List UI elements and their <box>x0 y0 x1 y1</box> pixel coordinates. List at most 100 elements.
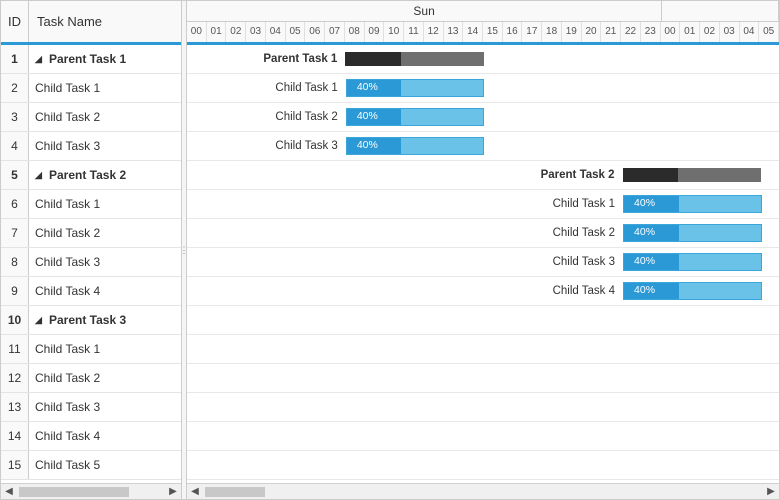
tree-horizontal-scrollbar[interactable]: ◀ ▶ <box>1 483 181 499</box>
chart-row[interactable]: Child Task 240% <box>187 103 779 132</box>
gantt-bar-label: Child Task 3 <box>275 140 337 152</box>
timeline-hour: 18 <box>542 22 562 42</box>
task-id-cell: 5 <box>1 161 29 189</box>
task-name-cell[interactable]: Child Task 3 <box>29 400 181 414</box>
task-name-cell[interactable]: Child Task 1 <box>29 197 181 211</box>
column-header-id[interactable]: ID <box>1 1 29 42</box>
timeline-hours-row: 0001020304050607080910111213141516171819… <box>187 22 779 42</box>
task-row[interactable]: 5◢Parent Task 2 <box>1 161 181 190</box>
chart-row[interactable] <box>187 335 779 364</box>
chart-row[interactable]: Child Task 340% <box>187 248 779 277</box>
chart-row[interactable]: Child Task 4 40% <box>187 277 779 306</box>
task-id-cell: 1 <box>1 45 29 73</box>
gantt-bar-group: Child Task 4 40% <box>553 282 762 300</box>
gantt-progress-label: 40% <box>357 139 378 151</box>
task-name-cell[interactable]: Child Task 3 <box>29 139 181 153</box>
timeline-hour: 08 <box>345 22 365 42</box>
task-id-cell: 12 <box>1 364 29 392</box>
timeline-hour: 03 <box>720 22 740 42</box>
task-name-cell[interactable]: Child Task 1 <box>29 81 181 95</box>
timeline-hour: 04 <box>740 22 760 42</box>
task-name-cell[interactable]: Child Task 2 <box>29 110 181 124</box>
task-row[interactable]: 15Child Task 5 <box>1 451 181 480</box>
chart-row[interactable]: Child Task 240% <box>187 219 779 248</box>
gantt-task-bar[interactable]: 40% <box>623 195 762 213</box>
chart-row[interactable]: Parent Task 1 <box>187 45 779 74</box>
task-row[interactable]: 10◢Parent Task 3 <box>1 306 181 335</box>
task-row[interactable]: 9Child Task 4 <box>1 277 181 306</box>
gantt-task-bar[interactable]: 40% <box>346 108 485 126</box>
task-row[interactable]: 13Child Task 3 <box>1 393 181 422</box>
task-name-cell[interactable]: ◢ Parent Task 3 <box>29 313 181 327</box>
task-id-cell: 4 <box>1 132 29 160</box>
collapse-icon[interactable]: ◢ <box>35 54 45 65</box>
task-name-cell[interactable]: Child Task 2 <box>29 226 181 240</box>
task-row[interactable]: 3Child Task 2 <box>1 103 181 132</box>
chart-row[interactable]: Parent Task 2 <box>187 161 779 190</box>
timeline-hour: 01 <box>207 22 227 42</box>
task-row[interactable]: 12 Child Task 2 <box>1 364 181 393</box>
scroll-right-icon[interactable]: ▶ <box>165 484 181 500</box>
collapse-icon[interactable]: ◢ <box>35 315 45 326</box>
gantt-bar-group: Child Task 340% <box>553 253 762 271</box>
task-tree-panel: ID Task Name 1◢Parent Task 12Child Task … <box>1 1 182 499</box>
task-name-cell[interactable]: ◢Parent Task 1 <box>29 52 181 66</box>
scroll-left-icon[interactable]: ◀ <box>1 484 17 500</box>
chart-row[interactable]: Child Task 140% <box>187 74 779 103</box>
task-name-label: Child Task 2 <box>35 371 100 385</box>
task-name-cell[interactable]: Child Task 3 <box>29 255 181 269</box>
scrollbar-track[interactable] <box>17 484 165 499</box>
gantt-summary-bar[interactable] <box>623 168 762 182</box>
task-name-cell[interactable]: Child Task 2 <box>29 371 181 385</box>
chart-body[interactable]: Parent Task 1Child Task 140%Child Task 2… <box>187 45 779 483</box>
task-name-label: Child Task 5 <box>35 458 100 472</box>
chart-row[interactable]: Child Task 3 40% <box>187 132 779 161</box>
chart-row[interactable]: Child Task 140% <box>187 190 779 219</box>
scroll-left-icon[interactable]: ◀ <box>187 484 203 500</box>
column-header-name[interactable]: Task Name <box>29 1 181 42</box>
scrollbar-thumb[interactable] <box>205 487 265 497</box>
task-row[interactable]: 14Child Task 4 <box>1 422 181 451</box>
gantt-task-bar[interactable]: 40% <box>623 224 762 242</box>
chart-horizontal-scrollbar[interactable]: ◀ ▶ <box>187 483 779 499</box>
gantt-bar-label: Child Task 4 <box>553 285 615 297</box>
gantt-summary-bar[interactable] <box>345 52 484 66</box>
chart-row[interactable] <box>187 306 779 335</box>
task-row[interactable]: 6Child Task 1 <box>1 190 181 219</box>
task-row[interactable]: 7Child Task 2 <box>1 219 181 248</box>
task-id-cell: 8 <box>1 248 29 276</box>
task-name-cell[interactable]: Child Task 5 <box>29 458 181 472</box>
task-row[interactable]: 8Child Task 3 <box>1 248 181 277</box>
chart-row[interactable] <box>187 393 779 422</box>
scrollbar-track[interactable] <box>203 484 763 499</box>
timeline-hour: 15 <box>483 22 503 42</box>
task-row[interactable]: 2Child Task 1 <box>1 74 181 103</box>
task-row[interactable]: 4 Child Task 3 <box>1 132 181 161</box>
gantt-task-bar[interactable]: 40% <box>623 282 762 300</box>
task-name-label: Child Task 3 <box>35 139 100 153</box>
gantt-task-bar[interactable]: 40% <box>346 79 485 97</box>
task-name-cell[interactable]: ◢Parent Task 2 <box>29 168 181 182</box>
task-name-cell[interactable]: Child Task 4 <box>29 429 181 443</box>
task-id-cell: 7 <box>1 219 29 247</box>
task-row[interactable]: 1◢Parent Task 1 <box>1 45 181 74</box>
task-row[interactable]: 11Child Task 1 <box>1 335 181 364</box>
scrollbar-thumb[interactable] <box>19 487 129 497</box>
collapse-icon[interactable]: ◢ <box>35 170 45 181</box>
timeline-hour: 22 <box>621 22 641 42</box>
gantt-bar-group: Child Task 240% <box>553 224 762 242</box>
scroll-right-icon[interactable]: ▶ <box>763 484 779 500</box>
task-name-cell[interactable]: Child Task 1 <box>29 342 181 356</box>
task-name-label: Parent Task 3 <box>49 313 126 327</box>
task-name-cell[interactable]: Child Task 4 <box>29 284 181 298</box>
gantt-task-bar[interactable]: 40% <box>623 253 762 271</box>
timeline-hour: 02 <box>226 22 246 42</box>
gantt-task-bar[interactable]: 40% <box>346 137 485 155</box>
task-name-label: Child Task 2 <box>35 110 100 124</box>
chart-row[interactable] <box>187 422 779 451</box>
task-id-cell: 14 <box>1 422 29 450</box>
gantt-bar-label: Parent Task 2 <box>541 169 615 181</box>
timeline-hour: 02 <box>700 22 720 42</box>
chart-row[interactable] <box>187 364 779 393</box>
chart-row[interactable] <box>187 451 779 480</box>
